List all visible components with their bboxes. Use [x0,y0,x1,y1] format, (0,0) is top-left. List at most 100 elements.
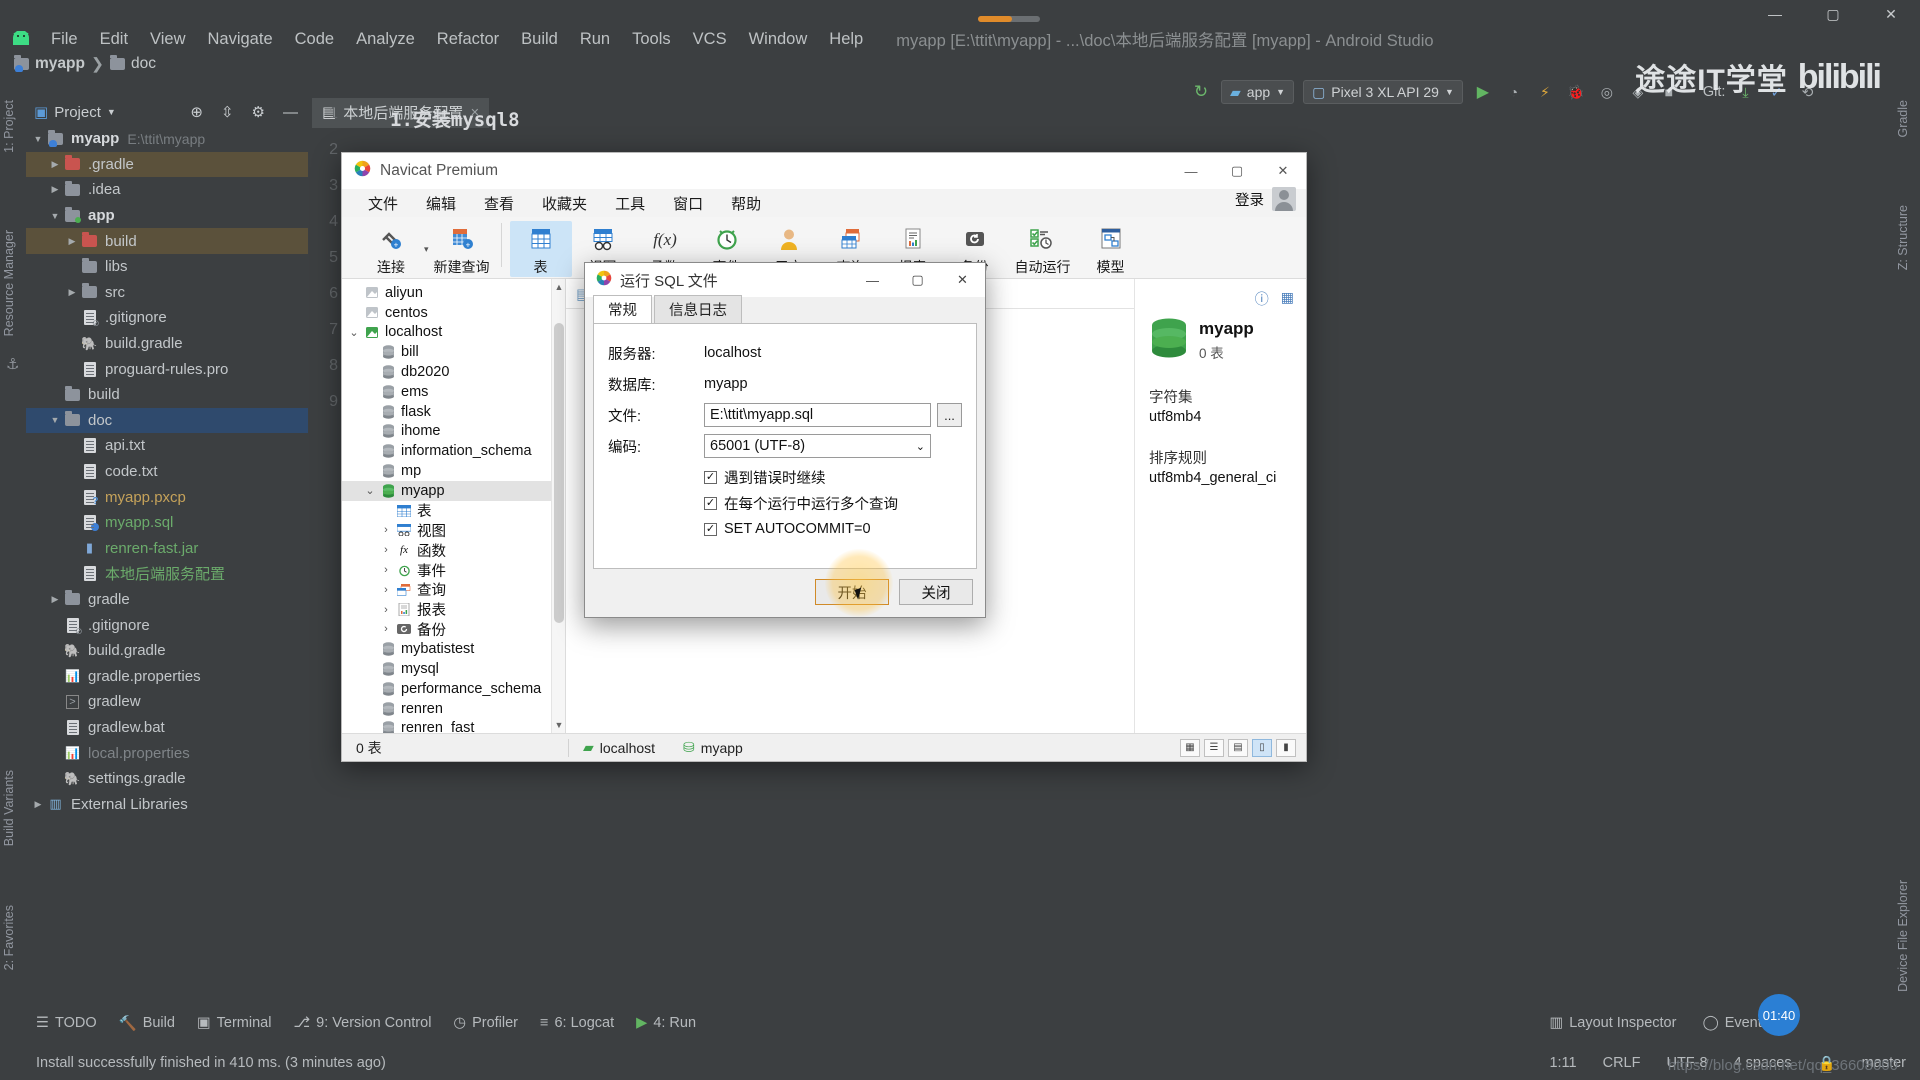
sidebar-strip-favorites[interactable]: 2: Favorites [2,905,26,1015]
disclosure-arrow-icon[interactable]: › [378,623,394,635]
bottom-item-profiler[interactable]: ◷ Profiler [453,1015,518,1031]
tree-item-build-gradle[interactable]: 🐘 build.gradle [26,638,308,664]
disclosure-arrow-icon[interactable]: ▼ [30,134,46,144]
tree-item-build-gradle[interactable]: 🐘 build.gradle [26,331,308,357]
hide-panel-icon[interactable]: — [283,104,298,121]
navicat-tree-item-performance_schema[interactable]: performance_schema [342,679,565,699]
disclosure-arrow-icon[interactable]: › [378,584,394,596]
navicat-maximize-button[interactable]: ▢ [1214,153,1260,189]
locate-file-icon[interactable]: ⊕ [190,103,203,121]
disclosure-arrow-icon[interactable]: › [378,564,394,576]
tree-item-gradle-properties[interactable]: 📊 gradle.properties [26,663,308,689]
disclosure-arrow-icon[interactable]: ▶ [64,236,80,247]
navicat-menu-file[interactable]: 文件 [354,191,412,216]
tree-item-gradle[interactable]: ▶ gradle [26,587,308,613]
navicat-tree-item-mybatistest[interactable]: mybatistest [342,639,565,659]
disclosure-arrow-icon[interactable]: ⌄ [346,326,362,339]
bottom-item-layout-inspector[interactable]: ▥ Layout Inspector [1550,1015,1677,1031]
tree-item-myapp-sql[interactable]: myapp.sql [26,510,308,536]
navicat-toolbar-automation-button[interactable]: 自动运行 [1006,221,1080,277]
dialog-tab-general[interactable]: 常规 [593,295,652,324]
navicat-tree-item-db2020[interactable]: db2020 [342,362,565,382]
tree-item-libs[interactable]: libs [26,254,308,280]
tree-item-myapp-pxcp[interactable]: myapp.pxcp [26,484,308,510]
navicat-menu-tools[interactable]: 工具 [601,191,659,216]
navicat-menu-help[interactable]: 帮助 [717,191,775,216]
checkbox-icon[interactable]: ✓ [704,470,717,484]
apply-changes-icon[interactable]: ⚡ [1534,81,1556,103]
disclosure-arrow-icon[interactable]: ⌄ [362,484,378,497]
project-tree[interactable]: ▼ myapp E:\ttit\myapp ▶ .gradle ▶ .idea ▼ app ▶ bu… [26,126,308,816]
menu-vcs[interactable]: VCS [682,27,738,52]
breadcrumb-item-myapp[interactable]: myapp [14,55,85,73]
navicat-tree-item-[interactable]: › 视图 [342,521,565,541]
view-button-grid[interactable]: ▦ [1180,738,1200,757]
disclosure-arrow-icon[interactable]: ▶ [47,159,63,170]
tree-item-idea[interactable]: ▶ .idea [26,177,308,203]
bottom-item-build[interactable]: 🔨 Build [119,1015,175,1032]
chevron-down-icon[interactable]: ▼ [107,107,116,117]
navicat-tree-item-aliyun[interactable]: aliyun [342,283,565,303]
run-icon[interactable]: ▶ [1472,81,1494,103]
scroll-down-icon[interactable]: ▼ [552,717,565,733]
menu-refactor[interactable]: Refactor [426,27,510,52]
tree-item-code-txt[interactable]: code.txt [26,459,308,485]
disclosure-arrow-icon[interactable]: › [378,544,394,556]
navicat-tree-item-ems[interactable]: ems [342,382,565,402]
connection-dropdown-arrow-icon[interactable]: ▾ [424,244,429,255]
info-icon[interactable]: ⓘ [1255,289,1269,309]
collapse-all-icon[interactable]: ⇳ [221,103,234,121]
tree-item-settings-gradle[interactable]: 🐘 settings.gradle [26,766,308,792]
disclosure-arrow-icon[interactable]: › [378,604,394,616]
tree-item-api-txt[interactable]: api.txt [26,433,308,459]
navicat-connection-tree[interactable]: aliyun centos ⌄ localhost bill db2020 ems flask… [342,279,566,733]
checkbox-continue-on-error[interactable]: ✓ 遇到错误时继续 [704,464,962,490]
tree-item-[interactable]: 本地后端服务配置 [26,561,308,587]
sidebar-strip-structure[interactable]: Z: Structure [1896,205,1920,315]
navicat-tree-item-ihome[interactable]: ihome [342,422,565,442]
navicat-menu-view[interactable]: 查看 [470,191,528,216]
breadcrumb-item-doc[interactable]: doc [109,55,156,73]
navicat-tree-item-[interactable]: › 查询 [342,580,565,600]
menu-analyze[interactable]: Analyze [345,27,426,52]
menu-run[interactable]: Run [569,27,621,52]
navicat-tree-item-[interactable]: › 报表 [342,600,565,620]
sidebar-strip-gradle[interactable]: Gradle [1896,100,1920,180]
disclosure-arrow-icon[interactable]: ▶ [47,594,63,605]
dialog-close-button[interactable]: ✕ [940,263,985,297]
tree-item-local-properties[interactable]: 📊 local.properties [26,740,308,766]
navicat-menu-favorites[interactable]: 收藏夹 [528,191,601,216]
menu-help[interactable]: Help [818,27,874,52]
start-button[interactable]: 开始 [815,579,889,605]
disclosure-arrow-icon[interactable]: ▶ [47,184,63,195]
dialog-tab-message-log[interactable]: 信息日志 [654,295,742,323]
sidebar-strip-project[interactable]: 1: Project [2,100,26,190]
navicat-tree-item-[interactable]: › 事件 [342,560,565,580]
navicat-minimize-button[interactable]: — [1168,153,1214,189]
navicat-tree-item-mp[interactable]: mp [342,461,565,481]
disclosure-arrow-icon[interactable]: › [378,524,394,536]
scrollbar-thumb[interactable] [554,323,564,623]
bottom-item-todo[interactable]: ☰ TODO [36,1015,97,1031]
navicat-tree-item-renren_fast[interactable]: renren_fast [342,719,565,733]
sidebar-strip-build-variants[interactable]: Build Variants [2,770,26,890]
close-button[interactable]: 关闭 [899,579,973,605]
navicat-toolbar-model-button[interactable]: 模型 [1080,221,1142,277]
menu-code[interactable]: Code [284,27,345,52]
menu-window[interactable]: Window [738,27,819,52]
menu-build[interactable]: Build [510,27,569,52]
bottom-item-logcat[interactable]: ≡ 6: Logcat [540,1015,614,1031]
tree-item-myapp[interactable]: ▼ myapp E:\ttit\myapp [26,126,308,152]
grid-icon[interactable]: ▦ [1281,289,1294,309]
navicat-tree-item-flask[interactable]: flask [342,402,565,422]
view-button-split-h[interactable]: ▯ [1252,738,1272,757]
bottom-item-version-control[interactable]: ⎇ 9: Version Control [293,1015,431,1031]
dialog-maximize-button[interactable]: ▢ [895,263,940,297]
settings-gear-icon[interactable]: ⚙ [252,103,265,121]
navicat-tree-item-mysql[interactable]: mysql [342,659,565,679]
tree-item-gitignore[interactable]: .gitignore [26,305,308,331]
disclosure-arrow-icon[interactable]: ▶ [30,799,46,810]
bottom-item-run[interactable]: ▶ 4: Run [636,1015,696,1031]
navicat-menu-edit[interactable]: 编辑 [412,191,470,216]
disclosure-arrow-icon[interactable]: ▼ [47,415,63,425]
